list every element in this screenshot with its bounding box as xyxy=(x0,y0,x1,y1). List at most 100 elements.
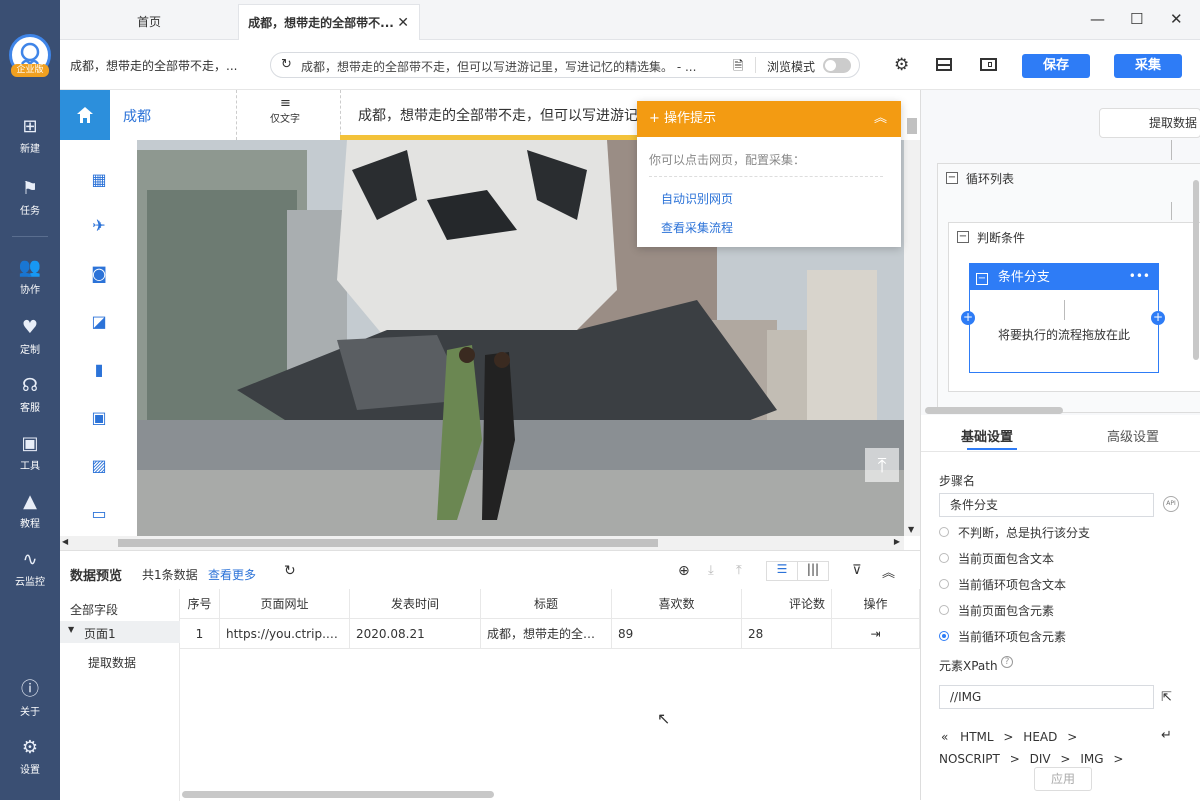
apply-button[interactable]: 应用 xyxy=(1034,767,1092,791)
hotel-icon[interactable]: ▦ xyxy=(88,170,110,192)
nav-settings[interactable]: ⚙ 设置 xyxy=(0,738,60,777)
collect-button[interactable]: 采集 xyxy=(1114,54,1182,78)
document-icon[interactable]: 🗎 xyxy=(733,57,743,79)
loop-collapse-icon[interactable]: − xyxy=(946,172,958,184)
tree-all-fields[interactable]: 全部字段 xyxy=(70,601,118,618)
nav-cloud-monitor[interactable]: ∿ 云监控 xyxy=(0,550,60,589)
close-tab-icon[interactable]: ✕ xyxy=(397,5,409,41)
help-icon[interactable]: ? xyxy=(1001,656,1013,668)
minimize-icon[interactable]: — xyxy=(1090,10,1105,28)
tab-page[interactable]: 成都，想带走的全部带不... ✕ xyxy=(238,4,420,40)
nav-tools[interactable]: ▣ 工具 xyxy=(0,434,60,473)
branch-collapse-icon[interactable]: − xyxy=(976,273,988,285)
view-flow-link[interactable]: 查看采集流程 xyxy=(637,207,901,236)
data-preview-panel: 数据预览 共1条数据 查看更多 ↻ ⊕ ⤓ ⤒ ☰ ||| ⊽ ︽ 全部字段 ▼… xyxy=(60,550,920,801)
maximize-icon[interactable]: ☐ xyxy=(1130,10,1143,28)
page-scrollbar-horizontal[interactable]: ◀ ▶ xyxy=(60,536,904,550)
nav-custom[interactable]: ♥ 定制 xyxy=(0,318,60,357)
train-icon[interactable]: ◙ xyxy=(88,264,110,286)
close-window-icon[interactable]: ✕ xyxy=(1170,10,1183,28)
col-header-action: 操作 xyxy=(832,589,920,619)
condition-block[interactable]: − 判断条件 − 条件分支 ••• 将要执行的流程拖放在此 + + xyxy=(948,222,1200,392)
nav-tasks[interactable]: ⚑ 任务 xyxy=(0,179,60,218)
refresh-icon[interactable]: ↻ xyxy=(281,57,292,72)
add-branch-right-icon[interactable]: + xyxy=(1151,311,1165,325)
tree-extract-data[interactable]: 提取数据 xyxy=(88,654,136,671)
collapse-panel-icon[interactable]: ︽ xyxy=(882,562,895,581)
loop-list-block[interactable]: − 循环列表 − 判断条件 − 条件分支 ••• 将要执行的流程拖放在此 + + xyxy=(937,163,1200,413)
table-scroll-thumb[interactable] xyxy=(182,791,494,798)
tab-advanced-settings[interactable]: 高级设置 xyxy=(1107,426,1159,445)
layout-bottom-icon[interactable] xyxy=(936,58,952,71)
scroll-left-arrow-icon[interactable]: ◀ xyxy=(62,537,68,546)
scroll-down-arrow-icon[interactable]: ▼ xyxy=(908,525,914,534)
radio-page-element[interactable] xyxy=(939,605,949,615)
crumb-img[interactable]: IMG xyxy=(1080,752,1103,763)
condition-collapse-icon[interactable]: − xyxy=(957,231,969,243)
radio-page-text[interactable] xyxy=(939,553,949,563)
crumb-html[interactable]: HTML xyxy=(960,730,993,744)
scroll-thumb[interactable] xyxy=(907,118,917,134)
select-element-icon[interactable]: ⇱ xyxy=(1161,690,1172,705)
save-button[interactable]: 保存 xyxy=(1022,54,1090,78)
add-field-icon[interactable]: ⊕ xyxy=(678,563,690,579)
filter-icon[interactable]: ⊽ xyxy=(852,563,862,578)
view-more-link[interactable]: 查看更多 xyxy=(208,566,256,583)
scroll-h-thumb[interactable] xyxy=(118,539,658,547)
browse-mode-toggle[interactable] xyxy=(823,58,851,73)
nav-support[interactable]: ☊ 客服 xyxy=(0,376,60,415)
nav-tutorial[interactable]: ▲ 教程 xyxy=(0,492,60,531)
bus-icon[interactable]: ▣ xyxy=(88,408,110,430)
radio-loop-text[interactable] xyxy=(939,579,949,589)
nav-new[interactable]: ⊞ 新建 xyxy=(0,117,60,156)
auto-detect-link[interactable]: 自动识别网页 xyxy=(637,177,901,207)
step-name-input[interactable]: 条件分支 xyxy=(939,493,1154,517)
text-only-button[interactable]: ≡ 仅文字 xyxy=(258,97,312,125)
list-view-icon[interactable]: ☰ xyxy=(766,561,798,581)
import-icon[interactable]: ⤓ xyxy=(708,563,714,578)
radio-no-condition[interactable] xyxy=(939,527,949,537)
city-link[interactable]: 成都 xyxy=(123,106,151,126)
collapse-icon[interactable]: ︽ xyxy=(874,101,887,137)
page-scrollbar-vertical[interactable]: ▼ xyxy=(904,118,920,536)
tab-basic-settings[interactable]: 基础设置 xyxy=(961,426,1013,445)
column-view-icon[interactable]: ||| xyxy=(797,561,829,581)
address-bar[interactable]: ↻ 成都，想带走的全部带不走，但可以写进游记里，写进记忆的精选集。 - ... … xyxy=(270,52,860,78)
export-icon[interactable]: ⤒ xyxy=(736,563,742,578)
nav-collab[interactable]: 👥 协作 xyxy=(0,258,60,297)
plane-icon[interactable]: ✈ xyxy=(88,216,110,238)
step-extract-data[interactable]: 提取数据 xyxy=(1099,108,1200,138)
settings-gear-icon[interactable]: ⚙ xyxy=(894,55,909,75)
radio-loop-element[interactable] xyxy=(939,631,949,641)
branch-block[interactable]: − 条件分支 ••• 将要执行的流程拖放在此 xyxy=(969,263,1159,373)
add-branch-left-icon[interactable]: + xyxy=(961,311,975,325)
refresh-data-icon[interactable]: ↻ xyxy=(284,563,296,579)
nav-new-label: 新建 xyxy=(20,144,40,155)
scroll-right-arrow-icon[interactable]: ▶ xyxy=(894,537,900,546)
photo-icon[interactable]: ▨ xyxy=(88,456,110,478)
tree-page-row[interactable]: ▼ 页面1 xyxy=(60,621,180,643)
nav-about[interactable]: ⓘ 关于 xyxy=(0,680,60,719)
active-tab-indicator xyxy=(967,448,1017,450)
more-dots-icon[interactable]: ••• xyxy=(1129,268,1150,284)
back-to-top-icon[interactable]: ⤒ xyxy=(865,448,899,482)
map-compass-icon[interactable]: ◪ xyxy=(88,312,110,334)
breadcrumb-back-icon[interactable]: « xyxy=(941,730,948,744)
api-icon[interactable]: API xyxy=(1163,496,1179,512)
tab-bar: 首页 成都，想带走的全部带不... ✕ — ☐ ✕ xyxy=(60,0,1200,40)
flow-scroll-thumb[interactable] xyxy=(925,407,1063,414)
car-icon[interactable]: ▭ xyxy=(88,504,110,526)
xpath-input[interactable]: //IMG xyxy=(939,685,1154,709)
layout-right-icon[interactable] xyxy=(980,58,997,71)
tab-home[interactable]: 首页 xyxy=(60,4,238,40)
crumb-sep-icon: > xyxy=(1009,752,1020,763)
site-home-button[interactable] xyxy=(60,90,110,140)
crumb-noscript[interactable]: NOSCRIPT xyxy=(939,752,1000,763)
edition-badge: 企业版 xyxy=(11,64,49,77)
flow-scroll-v-thumb[interactable] xyxy=(1193,180,1199,360)
crumb-div[interactable]: DIV xyxy=(1030,752,1051,763)
book-icon[interactable]: ▮ xyxy=(88,360,110,382)
crumb-head[interactable]: HEAD xyxy=(1023,730,1057,744)
go-to-icon[interactable]: ⇥ xyxy=(870,627,880,641)
return-icon[interactable]: ↵ xyxy=(1161,728,1172,743)
